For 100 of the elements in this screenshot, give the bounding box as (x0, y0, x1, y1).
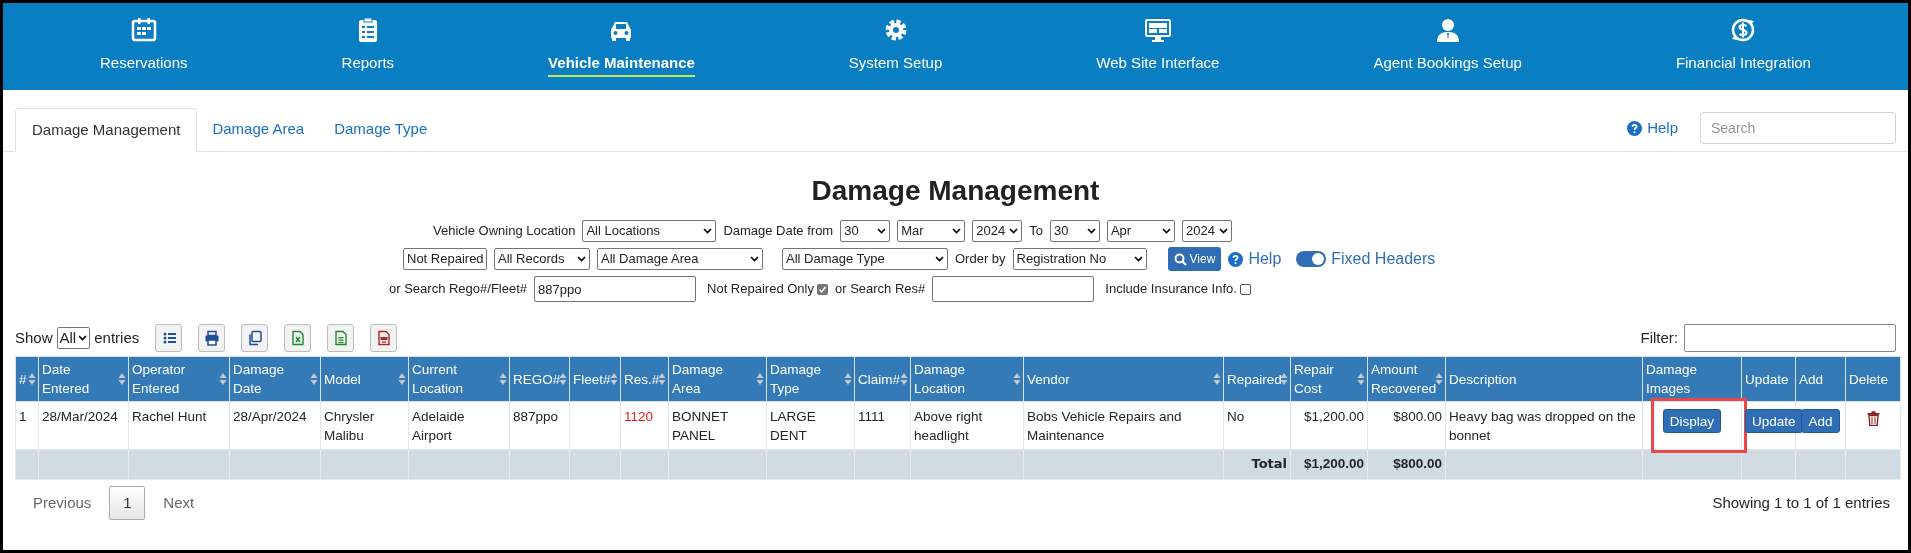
filter-field[interactable] (1684, 324, 1896, 352)
table-cell: LARGE DENT (770, 409, 816, 443)
sort-icon (1357, 372, 1365, 386)
tab[interactable]: Damage Area (197, 107, 320, 151)
export-button[interactable] (155, 324, 183, 352)
nav-item[interactable]: Financial Integration (1675, 3, 1811, 90)
table-cell: 28/Mar/2024 (42, 409, 118, 424)
action-button[interactable]: Display (1662, 409, 1722, 433)
sort-icon (610, 372, 618, 386)
chevron-icon (1009, 228, 1019, 234)
table-cell: 28/Apr/2024 (233, 409, 307, 424)
select-dropdown[interactable]: 30 (1049, 220, 1100, 242)
tab[interactable]: Damage Management (15, 108, 198, 152)
sort-icon (900, 372, 908, 386)
chevron-icon (1086, 228, 1096, 234)
export-button[interactable] (327, 324, 355, 352)
export-button[interactable] (198, 324, 226, 352)
checkbox-label: Not Repaired Only (707, 280, 814, 299)
copy-icon (246, 330, 263, 346)
nav-item[interactable]: Reports (341, 3, 395, 90)
filter-label: or Search Res# (835, 280, 926, 299)
chevron-icon (1218, 228, 1228, 234)
view-button[interactable]: View (1167, 247, 1222, 271)
printer-icon (203, 330, 220, 346)
checkbox-label: Include Insurance Info. (1105, 280, 1237, 299)
help-link[interactable]: Help (1228, 247, 1282, 271)
table-cell: 1111 (858, 409, 886, 424)
action-button[interactable]: Update (1745, 409, 1803, 433)
table-cell: Rachel Hunt (132, 409, 207, 424)
page-button[interactable]: Previous (21, 486, 104, 520)
toggle-label: Fixed Headers (1331, 249, 1436, 269)
sort-icon (310, 372, 318, 386)
select-dropdown[interactable]: Registration No (1012, 248, 1147, 270)
select-dropdown[interactable]: Apr (1106, 220, 1175, 242)
help-link[interactable]: Help (1627, 116, 1678, 140)
action-button[interactable]: Add (1801, 409, 1840, 433)
table-cell: Chrysler Malibu (324, 409, 375, 443)
spreadsheet-icon (289, 330, 306, 346)
table-cell: $800.00 (1393, 409, 1442, 424)
sort-icon (1280, 372, 1288, 386)
sort-icon (658, 372, 666, 386)
select-dropdown[interactable]: All Locations (582, 220, 717, 242)
sort-icon (118, 372, 126, 386)
column-header: Update (1745, 370, 1790, 389)
help-icon (1228, 251, 1244, 267)
tab[interactable]: Damage Type (319, 107, 443, 151)
column-header: Delete (1849, 370, 1890, 389)
select-dropdown[interactable]: Not Repaired (403, 248, 487, 270)
chevron-icon (703, 228, 713, 234)
search-field[interactable]: 887ppo (534, 276, 697, 302)
export-button[interactable] (241, 324, 269, 352)
trash-icon[interactable] (1866, 410, 1880, 426)
chevron-icon (877, 228, 887, 234)
filter-label: Order by (955, 250, 1006, 269)
document-icon (332, 330, 349, 346)
select-dropdown[interactable]: All Records (494, 248, 590, 270)
sort-icon (28, 372, 36, 386)
entries-select[interactable]: All (56, 327, 91, 349)
column-header[interactable]: # (19, 369, 26, 389)
export-button[interactable] (370, 324, 398, 352)
nav-item[interactable]: System Setup (848, 3, 943, 90)
select-dropdown[interactable]: 2024 (972, 220, 1023, 242)
checkbox[interactable] (1239, 283, 1251, 295)
checkbox[interactable] (817, 283, 828, 295)
select-dropdown[interactable]: All Damage Area (597, 248, 763, 270)
nav-item[interactable]: Vehicle Maintenance (548, 3, 695, 90)
sort-icon (398, 372, 406, 386)
select-dropdown[interactable]: Mar (897, 220, 966, 242)
chevron-icon (750, 256, 759, 262)
export-button[interactable] (284, 324, 312, 352)
page-button[interactable]: 1 (109, 486, 146, 520)
chevron-icon (1133, 256, 1143, 262)
select-dropdown[interactable]: 30 (840, 220, 891, 242)
nav-item[interactable]: Reservations (100, 3, 188, 90)
page-button[interactable]: Next (151, 486, 207, 520)
sort-icon (756, 372, 764, 386)
chevron-icon (78, 335, 88, 341)
sort-icon (1213, 372, 1221, 386)
search-field[interactable] (932, 276, 1095, 302)
chevron-icon (577, 256, 586, 262)
column-header: Add (1799, 370, 1825, 389)
filter-label: To (1029, 222, 1043, 241)
column-header: Damage Images (1646, 361, 1699, 398)
page-title: Damage Management (810, 174, 1101, 208)
table-cell: Bobs Vehicle Repairs and Maintenance (1027, 409, 1182, 443)
nav-item[interactable]: Web Site Interface (1096, 3, 1220, 90)
help-icon (1627, 120, 1643, 136)
select-dropdown[interactable]: All Damage Type (782, 248, 948, 270)
nav-item[interactable]: Agent Bookings Setup (1373, 3, 1522, 90)
calendar-icon (129, 15, 158, 44)
select-dropdown[interactable]: 2024 (1181, 220, 1232, 242)
table-cell: Heavy bag was dropped on the bonnet (1449, 409, 1636, 443)
table-cell: BONNET PANEL (672, 409, 728, 443)
sort-icon (1013, 372, 1021, 386)
toggle-switch[interactable] (1296, 251, 1327, 267)
sort-icon (499, 372, 507, 386)
reservation-link[interactable]: 1120 (624, 409, 654, 424)
chevron-icon (1161, 228, 1171, 234)
sort-icon (219, 372, 227, 386)
table-cell: No (1227, 409, 1245, 424)
